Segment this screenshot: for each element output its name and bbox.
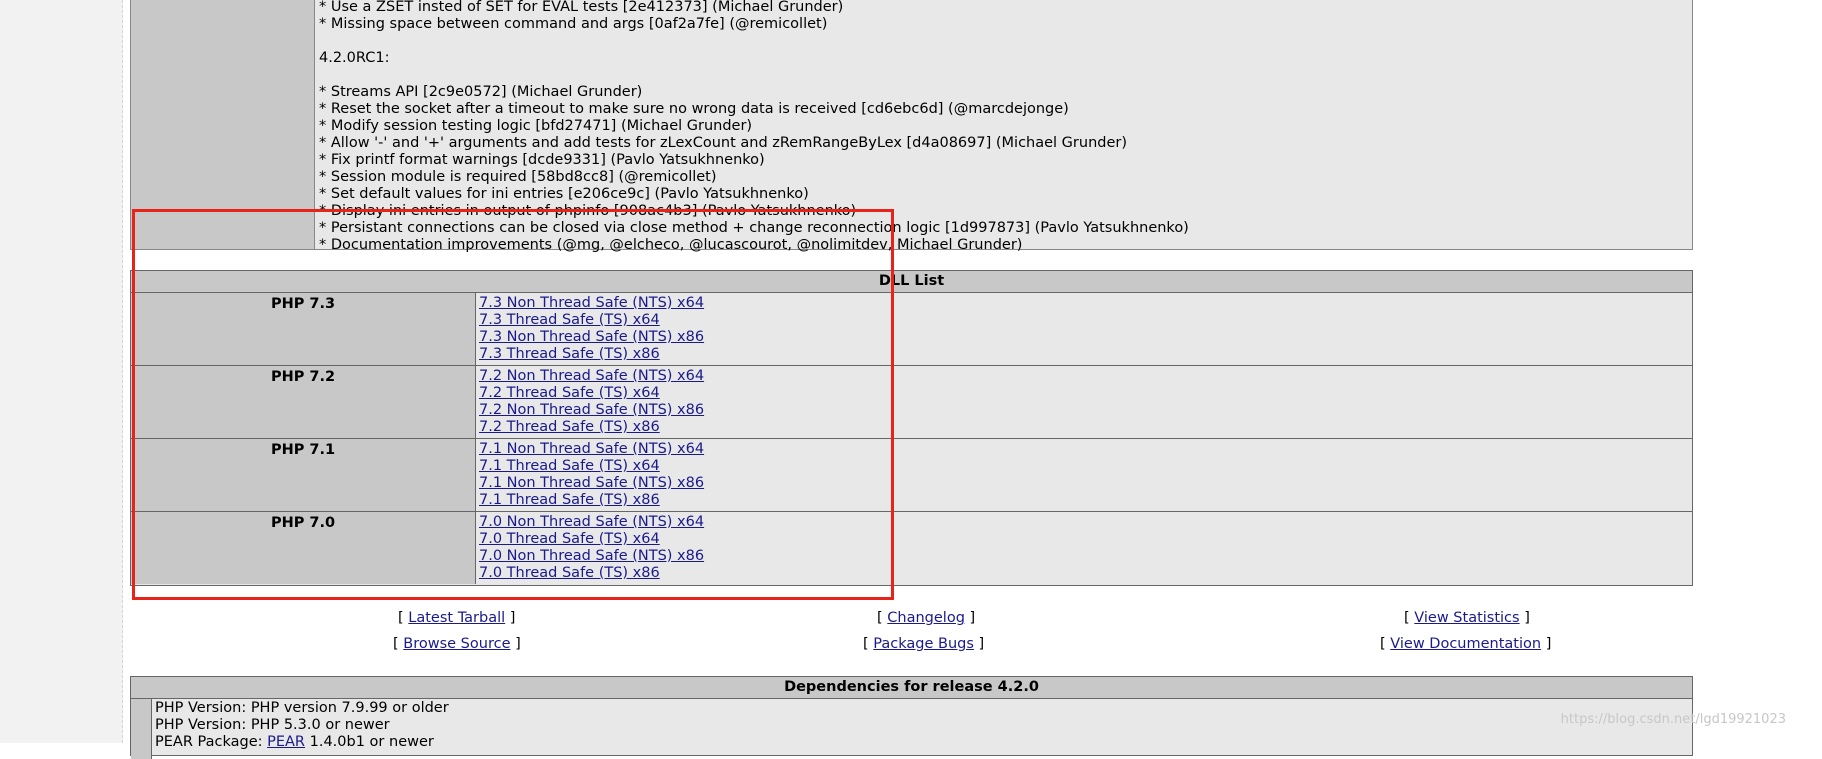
dll-version-label: PHP 7.0 [131,512,476,584]
nav-changelog: [ Changelog ] [877,610,976,626]
dll-list-title: DLL List [131,271,1692,293]
dependency-item: PHP Version: PHP 5.3.0 or newer [155,717,390,733]
release-notes-text: * Use a ZSET insted of SET for EVAL test… [315,0,1692,254]
nav-view-statistics: [ View Statistics ] [1404,610,1530,626]
release-note-line: * Modify session testing logic [bfd27471… [319,118,753,134]
nav-package-bugs: [ Package Bugs ] [863,636,985,652]
changelog-link[interactable]: Changelog [887,610,965,626]
dll-list-table: DLL List PHP 7.3 7.3 Non Thread Safe (NT… [130,270,1693,586]
view-statistics-link[interactable]: View Statistics [1414,610,1519,626]
dll-version-label: PHP 7.2 [131,366,476,438]
dll-link[interactable]: 7.1 Thread Safe (TS) x86 [479,492,704,509]
dll-link[interactable]: 7.2 Thread Safe (TS) x64 [479,385,704,402]
dll-version-label: PHP 7.3 [131,293,476,365]
release-note-line: * Documentation improvements (@mg, @elch… [319,237,1023,253]
dependencies-label-cell [131,699,152,759]
browse-source-link[interactable]: Browse Source [403,636,510,652]
release-note-line: * Set default values for ini entries [e2… [319,186,809,202]
dll-row-php-7-0: PHP 7.0 7.0 Non Thread Safe (NTS) x64 7.… [131,512,1692,584]
dependency-item-prefix: PEAR Package: [155,734,268,750]
dll-link[interactable]: 7.2 Non Thread Safe (NTS) x64 [479,368,704,385]
dll-link[interactable]: 7.1 Non Thread Safe (NTS) x86 [479,475,704,492]
package-bugs-link[interactable]: Package Bugs [873,636,974,652]
dll-link[interactable]: 7.3 Non Thread Safe (NTS) x64 [479,295,704,312]
release-notes-table: * Use a ZSET insted of SET for EVAL test… [130,0,1693,253]
release-note-line: * Display ini entries in output of phpin… [319,203,857,219]
dll-row-php-7-3: PHP 7.3 7.3 Non Thread Safe (NTS) x64 7.… [131,293,1692,366]
dependencies-list: PHP Version: PHP version 7.9.99 or older… [155,700,449,751]
dll-links: 7.2 Non Thread Safe (NTS) x64 7.2 Thread… [479,368,704,436]
release-note-line: * Session module is required [58bd8cc8] … [319,169,717,185]
dependencies-table: Dependencies for release 4.2.0 PHP Versi… [130,676,1693,759]
nav-view-documentation: [ View Documentation ] [1380,636,1552,652]
release-note-line: * Allow '-' and '+' arguments and add te… [319,135,1127,151]
dll-links: 7.0 Non Thread Safe (NTS) x64 7.0 Thread… [479,514,704,582]
dll-link[interactable]: 7.3 Thread Safe (TS) x64 [479,312,704,329]
watermark: https://blog.csdn.net/lgd19921023 [1560,712,1786,727]
dependency-item: PHP Version: PHP version 7.9.99 or older [155,700,449,716]
dll-row-php-7-2: PHP 7.2 7.2 Non Thread Safe (NTS) x64 7.… [131,366,1692,439]
dll-links: 7.3 Non Thread Safe (NTS) x64 7.3 Thread… [479,295,704,363]
dll-version-label: PHP 7.1 [131,439,476,511]
nav-row-1: [ Latest Tarball ] [ Changelog ] [ View … [130,610,1693,632]
dll-link[interactable]: 7.2 Thread Safe (TS) x86 [479,419,704,436]
dll-link[interactable]: 7.0 Thread Safe (TS) x86 [479,565,704,582]
dll-link[interactable]: 7.1 Thread Safe (TS) x64 [479,458,704,475]
left-gutter [0,0,123,743]
release-note-line [319,33,1692,50]
dll-link[interactable]: 7.3 Non Thread Safe (NTS) x86 [479,329,704,346]
release-note-line: 4.2.0RC1: [319,50,390,66]
dll-link[interactable]: 7.3 Thread Safe (TS) x86 [479,346,704,363]
nav-latest-tarball: [ Latest Tarball ] [398,610,516,626]
release-note-line: * Persistant connections can be closed v… [319,220,1189,236]
nav-browse-source: [ Browse Source ] [393,636,521,652]
pear-package-link[interactable]: PEAR [267,734,305,750]
release-note-line [319,67,1692,84]
release-notes-label-cell [131,0,315,249]
release-note-line: * Use a ZSET insted of SET for EVAL test… [319,0,844,15]
release-note-line: * Fix printf format warnings [dcde9331] … [319,152,765,168]
dependencies-title: Dependencies for release 4.2.0 [131,677,1692,699]
latest-tarball-link[interactable]: Latest Tarball [408,610,505,626]
dll-row-php-7-1: PHP 7.1 7.1 Non Thread Safe (NTS) x64 7.… [131,439,1692,512]
dependency-item: PEAR Package: PEAR 1.4.0b1 or newer [155,734,434,750]
nav-row-2: [ Browse Source ] [ Package Bugs ] [ Vie… [130,636,1693,658]
view-documentation-link[interactable]: View Documentation [1390,636,1541,652]
dependency-item-suffix: 1.4.0b1 or newer [305,734,434,750]
release-note-line: * Reset the socket after a timeout to ma… [319,101,1069,117]
dll-link[interactable]: 7.0 Thread Safe (TS) x64 [479,531,704,548]
dll-link[interactable]: 7.2 Non Thread Safe (NTS) x86 [479,402,704,419]
dll-link[interactable]: 7.0 Non Thread Safe (NTS) x64 [479,514,704,531]
dll-link[interactable]: 7.1 Non Thread Safe (NTS) x64 [479,441,704,458]
release-note-line: * Streams API [2c9e0572] (Michael Grunde… [319,84,643,100]
dll-links: 7.1 Non Thread Safe (NTS) x64 7.1 Thread… [479,441,704,509]
release-note-line: * Missing space between command and args… [319,16,828,32]
dll-link[interactable]: 7.0 Non Thread Safe (NTS) x86 [479,548,704,565]
